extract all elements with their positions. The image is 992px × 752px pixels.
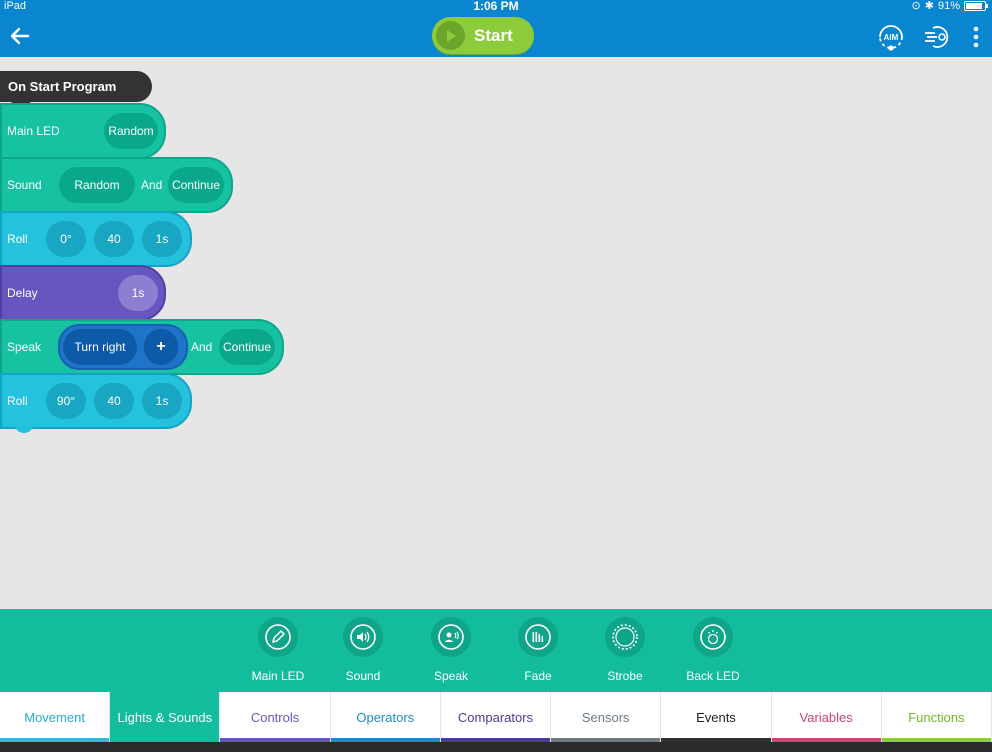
roll-duration-pill[interactable]: 1s: [142, 383, 182, 419]
tab-label: Variables: [799, 709, 853, 725]
add-text-button[interactable]: +: [144, 329, 178, 365]
main-led-block[interactable]: Main LED Random: [0, 103, 166, 163]
block-notch: [14, 421, 34, 433]
roll-heading-pill[interactable]: 0°: [46, 221, 86, 257]
roll-block[interactable]: Roll 0° 40 1s: [0, 211, 192, 271]
play-icon: [436, 21, 465, 50]
palette-strobe[interactable]: Strobe: [587, 617, 663, 683]
drive-button[interactable]: [923, 22, 951, 52]
roll-speed-pill[interactable]: 40: [94, 383, 134, 419]
tab-comparators[interactable]: Comparators: [440, 692, 552, 742]
svg-text:AIM: AIM: [884, 33, 899, 42]
palette-speak[interactable]: Speak: [413, 617, 489, 683]
tab-label: Controls: [250, 709, 300, 725]
back-button[interactable]: [8, 24, 32, 48]
back-led-icon: [693, 617, 733, 657]
palette-main-led[interactable]: Main LED: [240, 617, 316, 683]
roll-label: Roll: [7, 394, 28, 408]
palette-fade[interactable]: Fade: [500, 617, 576, 683]
battery-icon: [964, 1, 988, 11]
drive-icon: [925, 26, 949, 48]
palette-label: Speak: [433, 669, 469, 683]
tab-label: Comparators: [457, 709, 534, 725]
aim-button[interactable]: AIM: [876, 22, 906, 52]
aim-icon: AIM: [879, 25, 903, 51]
status-right: ⊙ ✱ 91%: [911, 0, 988, 12]
category-tabs: Movement Lights & Sounds Controls Operators…: [0, 692, 992, 742]
tab-movement[interactable]: Movement: [0, 692, 111, 742]
tab-label: Events: [696, 709, 736, 725]
on-start-program-label: On Start Program: [8, 79, 117, 94]
delay-duration-pill[interactable]: 1s: [118, 275, 158, 311]
battery-percent: 91%: [937, 0, 960, 12]
delay-label: Delay: [7, 286, 38, 300]
top-bar: iPad 1:06 PM ⊙ ✱ 91% Start AIM: [0, 0, 992, 57]
speaking-person-icon: [431, 617, 471, 657]
lock-rotation-icon: ⊙: [911, 0, 921, 12]
tab-label: Sensors: [581, 709, 630, 725]
palette-label: Main LED: [251, 669, 305, 683]
speak-block[interactable]: Speak Turn right + And Continue: [0, 319, 284, 379]
start-button[interactable]: Start: [432, 17, 534, 54]
bottom-strip: [0, 742, 992, 752]
tab-events[interactable]: Events: [661, 692, 772, 742]
palette-sound[interactable]: Sound: [325, 617, 401, 683]
roll-duration-pill[interactable]: 1s: [142, 221, 182, 257]
palette-label: Fade: [524, 669, 552, 683]
sound-block[interactable]: Sound Random And Continue: [0, 157, 233, 217]
tab-lights-sounds[interactable]: Lights & Sounds: [110, 692, 221, 742]
roll-speed-pill[interactable]: 40: [94, 221, 134, 257]
roll-block[interactable]: Roll 90° 40 1s: [0, 373, 192, 433]
pencil-icon: [258, 617, 298, 657]
tab-label: Operators: [356, 709, 415, 725]
tab-functions[interactable]: Functions: [881, 692, 992, 742]
tab-label: Functions: [908, 709, 965, 725]
on-start-program-block[interactable]: On Start Program: [0, 71, 152, 107]
delay-block[interactable]: Delay 1s: [0, 265, 166, 325]
fade-bars-icon: [518, 617, 558, 657]
palette-label: Strobe: [607, 669, 643, 683]
tab-operators[interactable]: Operators: [330, 692, 441, 742]
roll-heading-pill[interactable]: 90°: [46, 383, 86, 419]
sound-value-pill[interactable]: Random: [59, 167, 135, 203]
speak-text-pill[interactable]: Turn right: [63, 329, 137, 365]
palette-back-led[interactable]: Back LED: [675, 617, 751, 683]
tab-label: Lights & Sounds: [117, 709, 213, 725]
main-led-color-pill[interactable]: Random: [104, 113, 158, 149]
more-options-button[interactable]: [966, 24, 986, 50]
speak-mode-pill[interactable]: Continue: [219, 329, 275, 365]
speak-and-label: And: [191, 340, 213, 354]
back-arrow-icon: [10, 27, 30, 45]
speaker-icon: [343, 617, 383, 657]
status-time: 1:06 PM: [473, 0, 519, 13]
sound-label: Sound: [7, 178, 42, 192]
sound-and-label: And: [141, 178, 163, 192]
bluetooth-icon: ✱: [924, 0, 934, 12]
start-label: Start: [474, 26, 513, 45]
vertical-dots-icon: [973, 26, 979, 48]
block-palette: Main LED Sound Speak Fade Strobe Back LE…: [0, 609, 992, 692]
tab-label: Movement: [24, 709, 85, 725]
palette-label: Back LED: [686, 669, 740, 683]
strobe-icon: [605, 617, 645, 657]
tab-controls[interactable]: Controls: [220, 692, 331, 742]
palette-label: Sound: [345, 669, 381, 683]
main-led-label: Main LED: [7, 124, 60, 138]
tab-sensors[interactable]: Sensors: [551, 692, 662, 742]
tab-variables[interactable]: Variables: [771, 692, 882, 742]
speak-label: Speak: [7, 340, 42, 354]
roll-label: Roll: [7, 232, 28, 246]
program-canvas[interactable]: On Start Program Main LED Random Sound R…: [0, 57, 992, 609]
sound-mode-pill[interactable]: Continue: [168, 167, 224, 203]
